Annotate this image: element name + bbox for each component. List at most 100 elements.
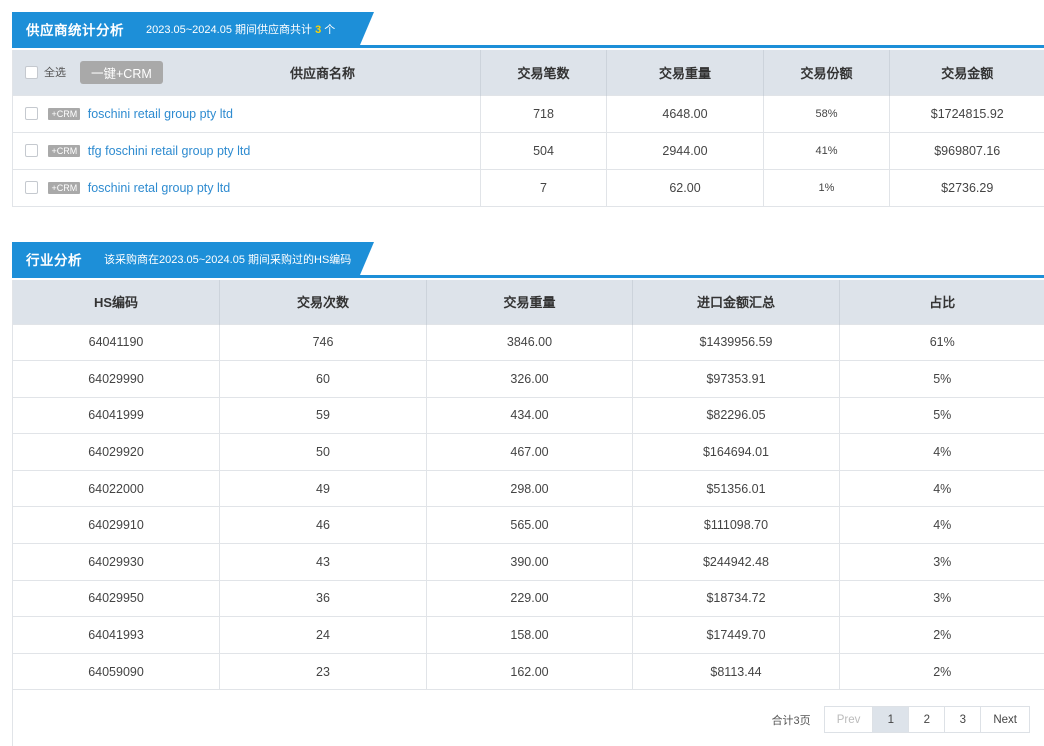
industry-section-subtitle: 该采购商在2023.05~2024.05 期间采购过的HS编码 [104,253,352,266]
trade-share-column-header: 交易份额 [763,50,890,95]
ratio-cell: 5% [839,360,1044,398]
supplier-row: +CRM foschini retail group pty ltd 718 4… [12,94,1044,132]
hs-code-cell: 64022000 [12,469,220,507]
supplier-name-cell: +CRM foschini retal group pty ltd [12,168,481,206]
supplier-name-link[interactable]: tfg foschini retail group pty ltd [88,144,251,158]
trade-weight-cell: 390.00 [426,543,633,581]
trade-times-cell: 24 [219,616,427,654]
trade-weight-cell: 158.00 [426,616,633,654]
import-amount-cell: $164694.01 [632,433,840,471]
page-button-3[interactable]: 3 [944,706,982,733]
supplier-name-header-label: 供应商名称 [290,66,356,81]
supplier-section-subtitle: 2023.05~2024.05 期间供应商共计 3 个 [146,21,335,37]
ratio-cell: 4% [839,469,1044,507]
trade-times-cell: 23 [219,652,427,690]
industry-section-title: 行业分析 [26,252,82,268]
ratio-cell: 4% [839,433,1044,471]
supplier-name-cell: +CRM foschini retail group pty ltd [12,94,481,132]
trade-amount-cell: $2736.29 [889,168,1044,206]
trade-share-cell: 41% [763,131,890,169]
industry-section-tab: 行业分析 该采购商在2023.05~2024.05 期间采购过的HS编码 [12,242,374,275]
trade-times-column-header: 交易次数 [219,280,427,324]
row-checkbox[interactable] [25,107,38,121]
supplier-section-tab: 供应商统计分析 2023.05~2024.05 期间供应商共计 3 个 [12,12,374,45]
trade-count-cell: 718 [480,94,607,132]
ratio-column-header: 占比 [839,280,1044,324]
industry-table: HS编码 交易次数 交易重量 进口金额汇总 占比 64041190 746 3846… [12,280,1044,691]
import-amount-column-header: 进口金额汇总 [632,280,840,324]
supplier-name-cell: +CRM tfg foschini retail group pty ltd [12,131,481,169]
page-button-2[interactable]: 2 [908,706,946,733]
supplier-name-link[interactable]: foschini retal group pty ltd [88,181,230,195]
import-amount-cell: $244942.48 [632,543,840,581]
industry-table-header: HS编码 交易次数 交易重量 进口金额汇总 占比 [12,280,1044,324]
trade-weight-cell: 467.00 [426,433,633,471]
add-crm-badge[interactable]: +CRM [48,107,81,120]
hs-row: 64029930 43 390.00 $244942.48 3% [12,543,1044,581]
supplier-row: +CRM foschini retal group pty ltd 7 62.0… [12,168,1044,206]
supplier-name-link[interactable]: foschini retail group pty ltd [88,107,233,121]
trade-amount-column-header: 交易金额 [889,50,1044,95]
trade-amount-cell: $1724815.92 [889,94,1044,132]
trade-weight-cell: 565.00 [426,506,633,544]
hs-code-cell: 64041190 [12,323,220,361]
import-amount-cell: $111098.70 [632,506,840,544]
import-amount-cell: $17449.70 [632,616,840,654]
pagination: 合计3页 Prev 1 2 3 Next [772,706,1030,733]
ratio-cell: 5% [839,396,1044,434]
trade-weight-cell: 62.00 [606,168,764,206]
supplier-section-header: 供应商统计分析 2023.05~2024.05 期间供应商共计 3 个 [12,12,1044,48]
prev-page-button[interactable]: Prev [823,706,874,733]
ratio-cell: 3% [839,579,1044,617]
bulk-add-crm-button[interactable]: 一键+CRM [80,60,163,84]
hs-row: 64041999 59 434.00 $82296.05 5% [12,396,1044,434]
row-checkbox[interactable] [25,144,38,158]
trade-share-cell: 1% [763,168,890,206]
trade-weight-cell: 229.00 [426,579,633,617]
total-pages-label: 合计3页 [771,714,811,727]
hs-code-cell: 64029990 [12,360,220,398]
row-checkbox[interactable] [25,181,38,195]
hs-code-cell: 64029910 [12,506,220,544]
ratio-cell: 61% [839,323,1044,361]
trade-share-cell: 58% [763,94,890,132]
trade-weight-cell: 2944.00 [606,131,764,169]
select-all-checkbox[interactable] [25,65,38,79]
trade-amount-cell: $969807.16 [889,131,1044,169]
trade-weight-cell: 4648.00 [606,94,764,132]
import-amount-cell: $18734.72 [632,579,840,617]
import-amount-cell: $8113.44 [632,652,840,690]
trade-times-cell: 43 [219,543,427,581]
ratio-cell: 4% [839,506,1044,544]
hs-row: 64029950 36 229.00 $18734.72 3% [12,579,1044,617]
trade-weight-column-header: 交易重量 [426,280,633,324]
supplier-subtitle-prefix: 2023.05~2024.05 期间供应商共计 [146,23,313,36]
ratio-cell: 2% [839,616,1044,654]
supplier-table: 全选 一键+CRM 供应商名称 交易笔数 交易重量 交易份额 交易金额 +CRM… [12,50,1044,207]
supplier-name-column-header: 全选 一键+CRM 供应商名称 [12,50,481,95]
import-amount-cell: $82296.05 [632,396,840,434]
trade-times-cell: 49 [219,469,427,507]
hs-code-cell: 64029930 [12,543,220,581]
page-button-1[interactable]: 1 [872,706,910,733]
hs-row: 64029910 46 565.00 $111098.70 4% [12,506,1044,544]
supplier-table-header: 全选 一键+CRM 供应商名称 交易笔数 交易重量 交易份额 交易金额 [12,50,1044,95]
select-all-label: 全选 [44,67,66,80]
import-amount-cell: $51356.01 [632,469,840,507]
hs-row: 64029920 50 467.00 $164694.01 4% [12,433,1044,471]
section-divider [12,690,13,746]
trade-weight-column-header: 交易重量 [606,50,764,95]
trade-times-cell: 60 [219,360,427,398]
hs-code-column-header: HS编码 [12,280,220,324]
hs-code-cell: 64029920 [12,433,220,471]
ratio-cell: 3% [839,543,1044,581]
industry-section-header: 行业分析 该采购商在2023.05~2024.05 期间采购过的HS编码 [12,242,1044,278]
add-crm-badge[interactable]: +CRM [48,181,81,194]
hs-code-cell: 64041993 [12,616,220,654]
next-page-button[interactable]: Next [980,706,1030,733]
trade-times-cell: 46 [219,506,427,544]
add-crm-badge[interactable]: +CRM [48,144,81,157]
trade-count-cell: 504 [480,131,607,169]
hs-row: 64022000 49 298.00 $51356.01 4% [12,469,1044,507]
import-amount-cell: $1439956.59 [632,323,840,361]
